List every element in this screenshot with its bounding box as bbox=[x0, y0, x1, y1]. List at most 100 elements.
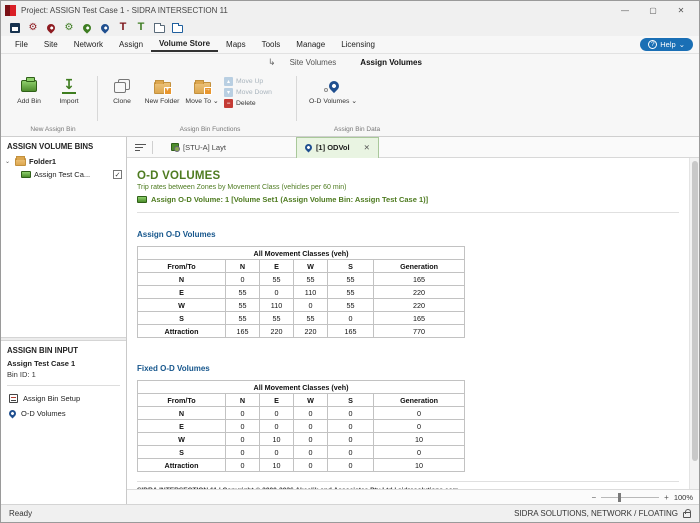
table-row: W 55 110 0 55 220 bbox=[137, 298, 466, 312]
zoom-slider-thumb[interactable] bbox=[618, 492, 622, 502]
table-cell: 0 bbox=[225, 272, 260, 286]
import-folder-icon[interactable] bbox=[171, 22, 183, 34]
tree-item-folder1[interactable]: ⌄ Folder1 bbox=[1, 154, 126, 168]
delete-button[interactable]: − Delete bbox=[224, 99, 272, 108]
new-folder-button[interactable]: + New Folder bbox=[144, 74, 180, 106]
chevron-down-icon: ⌄ bbox=[351, 98, 357, 105]
tree-collapse-icon[interactable]: ⌄ bbox=[5, 158, 12, 165]
table-cell: 220 bbox=[293, 324, 328, 338]
site-pin-green-icon[interactable] bbox=[81, 21, 93, 34]
menu-assign[interactable]: Assign bbox=[111, 38, 151, 51]
bin-checkbox[interactable]: ✓ bbox=[113, 170, 122, 179]
zoom-slider[interactable] bbox=[601, 492, 660, 502]
site-pin-red-icon[interactable] bbox=[45, 21, 57, 34]
menu-network[interactable]: Network bbox=[66, 38, 111, 51]
table-cell: 220 bbox=[372, 285, 466, 299]
column-header: N bbox=[225, 259, 260, 273]
table-cell: 55 bbox=[327, 298, 374, 312]
close-tab-icon[interactable]: ✕ bbox=[364, 143, 370, 152]
site-settings-green-icon[interactable]: ⚙ bbox=[63, 22, 75, 34]
table-cell: 0 bbox=[372, 445, 466, 459]
section-heading-fixed: Fixed O-D Volumes bbox=[137, 364, 210, 373]
network-pin-blue-icon[interactable] bbox=[99, 21, 111, 34]
close-button[interactable]: ✕ bbox=[667, 2, 695, 18]
maximize-button[interactable]: ▢ bbox=[639, 2, 667, 18]
table-cell: 165 bbox=[225, 324, 260, 338]
move-up-icon: ▴ bbox=[224, 77, 233, 86]
vertical-scrollbar[interactable] bbox=[689, 158, 699, 489]
quick-access-toolbar: ⚙ ⚙ T T bbox=[1, 19, 699, 36]
intersection-green-icon[interactable]: T bbox=[135, 22, 147, 34]
move-down-icon: ▾ bbox=[224, 88, 233, 97]
table-cell: 220 bbox=[372, 298, 466, 312]
table-cell: 0 bbox=[293, 298, 328, 312]
menu-site[interactable]: Site bbox=[36, 38, 66, 51]
table-cell: 165 bbox=[327, 324, 374, 338]
tree-item-assign-test-case[interactable]: Assign Test Ca... ✓ bbox=[1, 168, 126, 181]
bin-icon bbox=[21, 171, 31, 178]
sidebar-item-assign-bin-setup[interactable]: Assign Bin Setup bbox=[1, 391, 126, 406]
import-button[interactable]: ↧ Import bbox=[51, 74, 87, 106]
chevron-down-icon: ⌄ bbox=[678, 40, 685, 49]
help-icon: ? bbox=[648, 40, 658, 49]
status-licence: SIDRA SOLUTIONS, NETWORK / FLOATING bbox=[514, 509, 678, 518]
table-row: Attraction 0 10 0 0 10 bbox=[137, 458, 466, 472]
scrollbar-thumb[interactable] bbox=[691, 161, 698, 461]
column-header: S bbox=[327, 259, 374, 273]
table-row: E 55 0 110 55 220 bbox=[137, 285, 466, 299]
od-volumes-button[interactable]: O-D Volumes ⌄ bbox=[308, 74, 358, 106]
save-icon[interactable] bbox=[9, 22, 21, 34]
table-cell: 0 bbox=[259, 419, 294, 433]
clone-button[interactable]: Clone bbox=[104, 74, 140, 106]
move-up-button[interactable]: ▴ Move Up bbox=[224, 77, 272, 86]
assign-volume-bins-panel: ASSIGN VOLUME BINS ⌄ Folder1 Assign Test… bbox=[1, 137, 126, 337]
chevron-down-icon: ⌄ bbox=[212, 98, 219, 105]
assign-bin-id: Bin ID: 1 bbox=[7, 370, 36, 379]
add-bin-button[interactable]: Add Bin bbox=[11, 74, 47, 106]
assign-volume-bins-header: ASSIGN VOLUME BINS bbox=[7, 142, 94, 151]
menu-manage[interactable]: Manage bbox=[288, 38, 333, 51]
move-to-button[interactable]: → Move To ⌄ bbox=[184, 74, 220, 106]
table-row: N00000 bbox=[137, 406, 466, 420]
table-cell: 165 bbox=[372, 272, 466, 286]
open-folder-icon[interactable] bbox=[153, 22, 165, 34]
sidebar-item-od-volumes[interactable]: O-D Volumes bbox=[1, 406, 126, 421]
zoom-out-icon[interactable]: − bbox=[591, 493, 596, 502]
od-volumes-icon bbox=[303, 142, 314, 153]
window-title: Project: ASSIGN Test Case 1 - SIDRA INTE… bbox=[21, 5, 228, 15]
ribbon-group-assign-bin-functions: Assign Bin Functions bbox=[179, 126, 241, 133]
zoom-bar: − + 100% bbox=[127, 489, 699, 504]
tab-list-icon[interactable] bbox=[135, 143, 146, 151]
row-header: Attraction bbox=[137, 324, 226, 338]
folder-icon bbox=[15, 156, 26, 166]
tab-od-volumes[interactable]: [1] ODVol ✕ bbox=[295, 136, 379, 158]
table-cell: 55 bbox=[225, 311, 260, 325]
table-cell: 0 bbox=[293, 419, 328, 433]
ribbon-tab-assign-volumes[interactable]: Assign Volumes bbox=[350, 56, 432, 69]
assign-bin-input-panel: ASSIGN BIN INPUT Assign Test Case 1 Bin … bbox=[1, 341, 126, 504]
column-header: E bbox=[259, 393, 294, 407]
table-cell: 0 bbox=[225, 458, 260, 472]
menu-volume-store[interactable]: Volume Store bbox=[151, 37, 219, 52]
table-row: N 0 55 55 55 165 bbox=[137, 272, 466, 286]
table-cell: 0 bbox=[327, 458, 374, 472]
menu-file[interactable]: File bbox=[7, 38, 36, 51]
site-settings-red-icon[interactable]: ⚙ bbox=[27, 22, 39, 34]
table-cell: 0 bbox=[225, 432, 260, 446]
zoom-in-icon[interactable]: + bbox=[664, 493, 669, 502]
minimize-button[interactable]: — bbox=[611, 2, 639, 18]
tab-stu-a-layout[interactable]: [STU-A] Layt bbox=[163, 140, 234, 155]
intersection-red-icon[interactable]: T bbox=[117, 22, 129, 34]
ribbon-tab-site-volumes[interactable]: Site Volumes bbox=[280, 56, 347, 69]
row-header: N bbox=[137, 272, 226, 286]
table-cell: 0 bbox=[327, 445, 374, 459]
column-header: Generation bbox=[372, 259, 466, 273]
ribbon-group-assign-bin-data: Assign Bin Data bbox=[333, 126, 381, 133]
table-cell: 55 bbox=[259, 272, 294, 286]
volume-line: Assign O-D Volume: 1 [Volume Set1 (Assig… bbox=[137, 195, 679, 204]
help-button[interactable]: ? Help ⌄ bbox=[640, 38, 693, 51]
menu-tools[interactable]: Tools bbox=[254, 38, 289, 51]
move-down-button[interactable]: ▾ Move Down bbox=[224, 88, 272, 97]
menu-maps[interactable]: Maps bbox=[218, 38, 254, 51]
menu-licensing[interactable]: Licensing bbox=[333, 38, 383, 51]
